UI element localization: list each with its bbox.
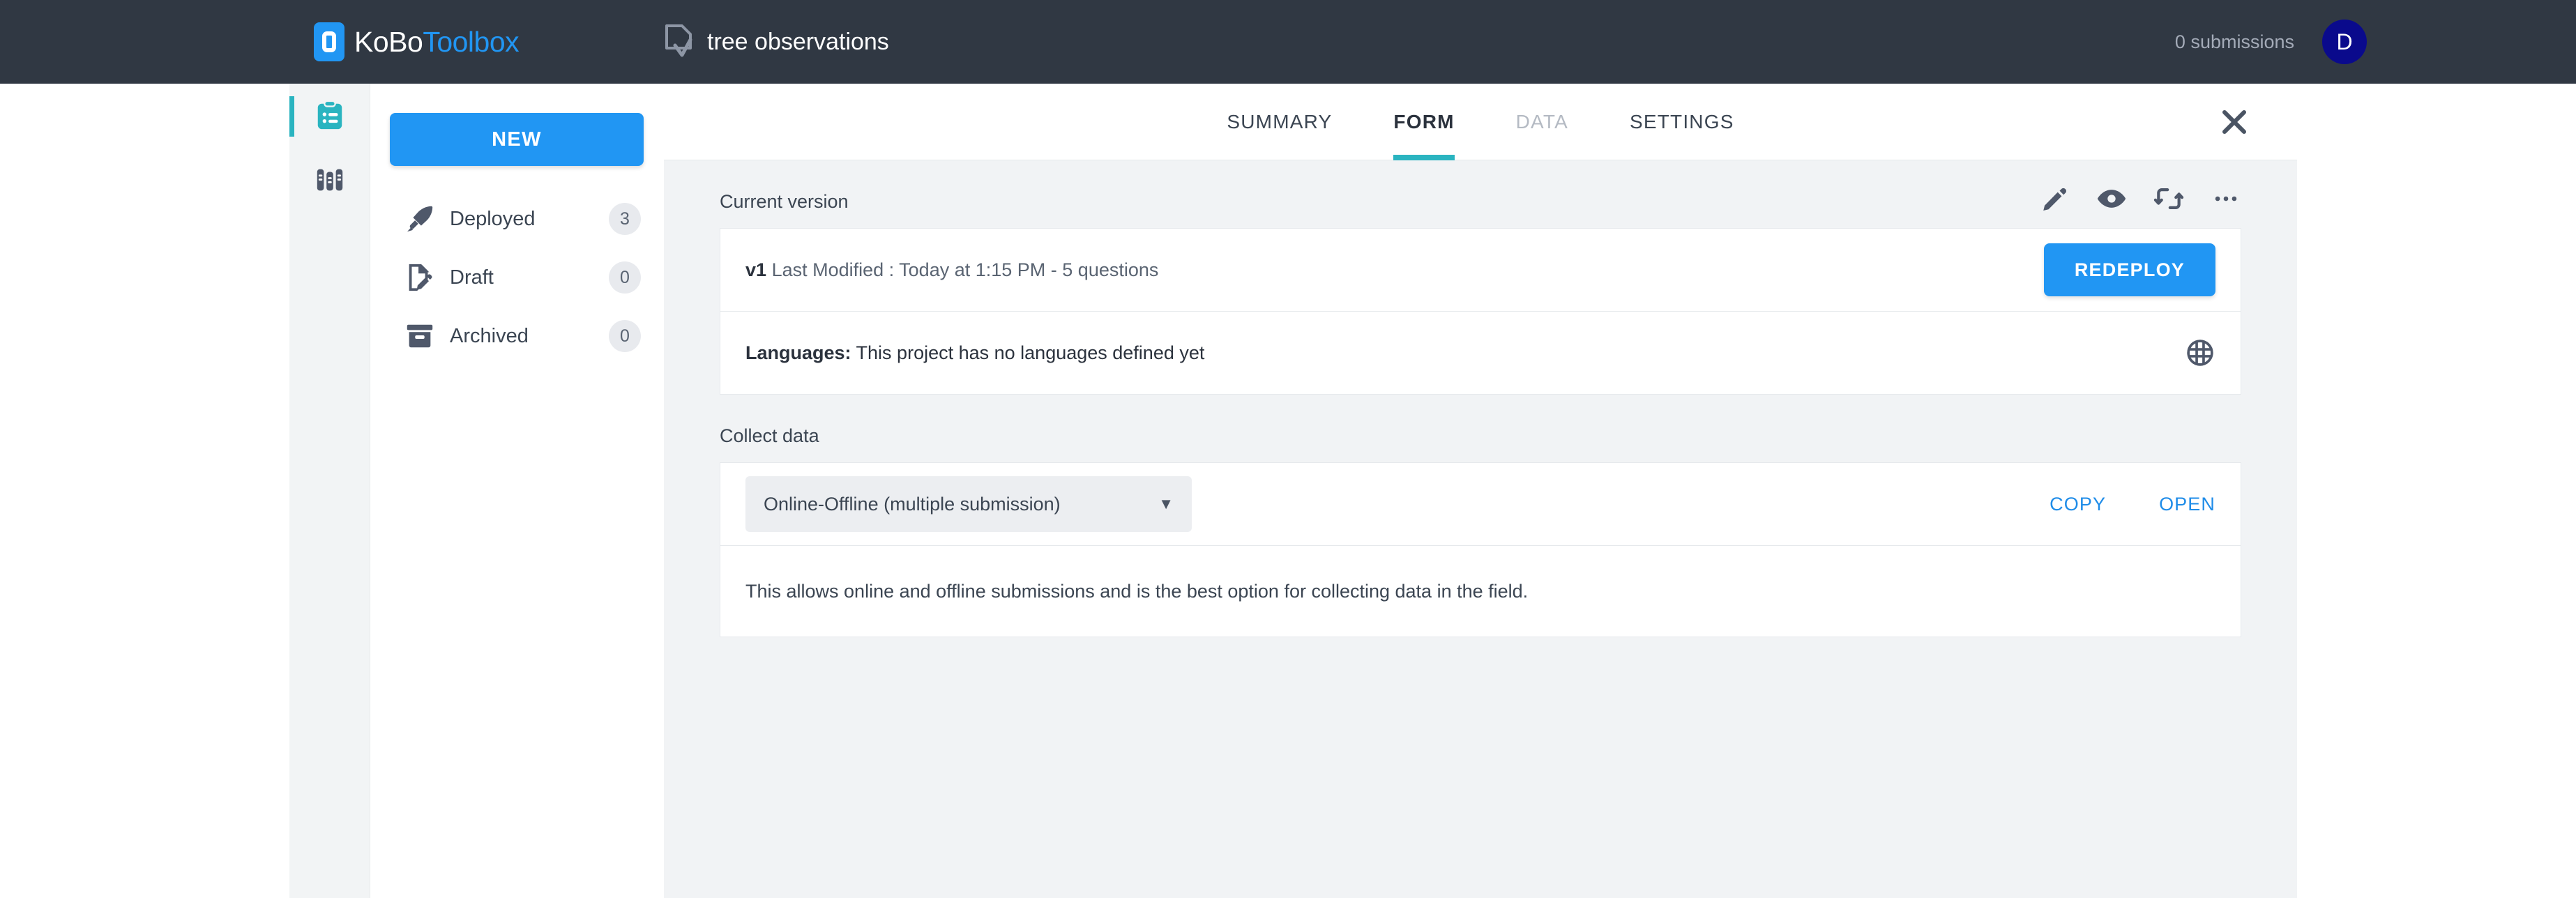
brand-kobo: KoBo [354,26,423,58]
top-header: KoBoToolbox tree observations 0 submissi… [0,0,2576,84]
collect-data-description-card: This allows online and offline submissio… [720,546,2241,637]
draft-pencil-icon [404,261,436,294]
current-version-label: Current version [664,160,849,228]
icon-rail [289,84,370,898]
languages-value: This project has no languages defined ye… [856,342,1205,363]
kobo-logo-mark [314,22,344,61]
collect-mode-select[interactable]: Online-Offline (multiple submission) ▼ [745,476,1192,532]
tab-form[interactable]: FORM [1363,84,1485,160]
replace-form-icon[interactable] [2153,183,2184,214]
archive-box-icon [404,320,436,352]
current-version-actions [2039,183,2241,228]
kobotoolbox-logo[interactable]: KoBoToolbox [314,22,519,61]
collect-data-card: Online-Offline (multiple submission) ▼ C… [720,462,2241,546]
project-title-group: tree observations [664,24,889,59]
sidebar-item-draft[interactable]: Draft 0 [370,248,663,307]
collect-data-description: This allows online and offline submissio… [745,581,1528,602]
sidebar-item-count: 0 [609,261,641,294]
tab-settings[interactable]: SETTINGS [1599,84,1765,160]
kobo-logo-text: KoBoToolbox [354,26,519,59]
globe-icon[interactable] [2185,337,2215,368]
app-root: KoBoToolbox tree observations 0 submissi… [0,0,2576,898]
sidebar-nav-list: Deployed 3 Draft 0 [370,190,663,365]
tab-data: DATA [1485,84,1599,160]
rail-item-library[interactable] [289,148,370,212]
sidebar-item-count: 0 [609,320,641,352]
redeploy-button[interactable]: REDEPLOY [2044,243,2215,296]
new-project-button[interactable]: NEW [390,113,644,166]
sidebar-item-label: Deployed [450,208,609,231]
rocket-icon [404,203,436,235]
collect-data-row: Online-Offline (multiple submission) ▼ C… [720,463,2241,545]
languages-line: Languages: This project has no languages… [745,342,1204,364]
sidebar: NEW Deployed 3 [370,84,663,898]
brand-toolbox: Toolbox [423,26,519,58]
sidebar-item-count: 3 [609,203,641,235]
pencil-icon[interactable] [2039,183,2070,214]
current-version-card: v1 Last Modified : Today at 1:15 PM - 5 … [720,228,2241,312]
content-panel: SUMMARY FORM DATA SETTINGS Current versi… [664,84,2297,898]
version-row: v1 Last Modified : Today at 1:15 PM - 5 … [720,229,2241,311]
collect-data-description-row: This allows online and offline submissio… [720,546,2241,637]
collect-mode-value: Online-Offline (multiple submission) [764,494,1061,515]
eye-icon[interactable] [2096,183,2127,214]
chevron-down-icon: ▼ [1158,495,1174,513]
version-number: v1 [745,259,766,280]
collect-link-actions: COPY OPEN [2050,494,2215,515]
submissions-count: 0 submissions [2175,31,2294,53]
sidebar-item-label: Draft [450,266,609,289]
languages-label: Languages: [745,342,851,363]
avatar[interactable]: D [2322,20,2367,64]
sidebar-item-deployed[interactable]: Deployed 3 [370,190,663,248]
project-name: tree observations [707,29,889,56]
library-books-icon [314,164,346,196]
more-actions-icon[interactable] [2211,183,2241,214]
sidebar-item-label: Archived [450,325,609,348]
languages-row: Languages: This project has no languages… [720,312,2241,394]
languages-card: Languages: This project has no languages… [720,312,2241,395]
current-version-header: Current version [664,160,2297,228]
tab-summary[interactable]: SUMMARY [1196,84,1363,160]
copy-link-button[interactable]: COPY [2050,494,2106,515]
version-meta: Last Modified : Today at 1:15 PM - 5 que… [772,259,1159,280]
header-right-group: 0 submissions D [2175,20,2367,64]
version-line: v1 Last Modified : Today at 1:15 PM - 5 … [745,259,1158,281]
rail-item-projects[interactable] [289,84,370,148]
form-document-icon [664,24,695,59]
projects-clipboard-icon [314,100,346,132]
collect-data-label: Collect data [664,395,2297,462]
open-link-button[interactable]: OPEN [2159,494,2215,515]
sidebar-item-archived[interactable]: Archived 0 [370,307,663,365]
tab-bar: SUMMARY FORM DATA SETTINGS [664,84,2297,160]
close-icon[interactable] [2218,105,2251,139]
